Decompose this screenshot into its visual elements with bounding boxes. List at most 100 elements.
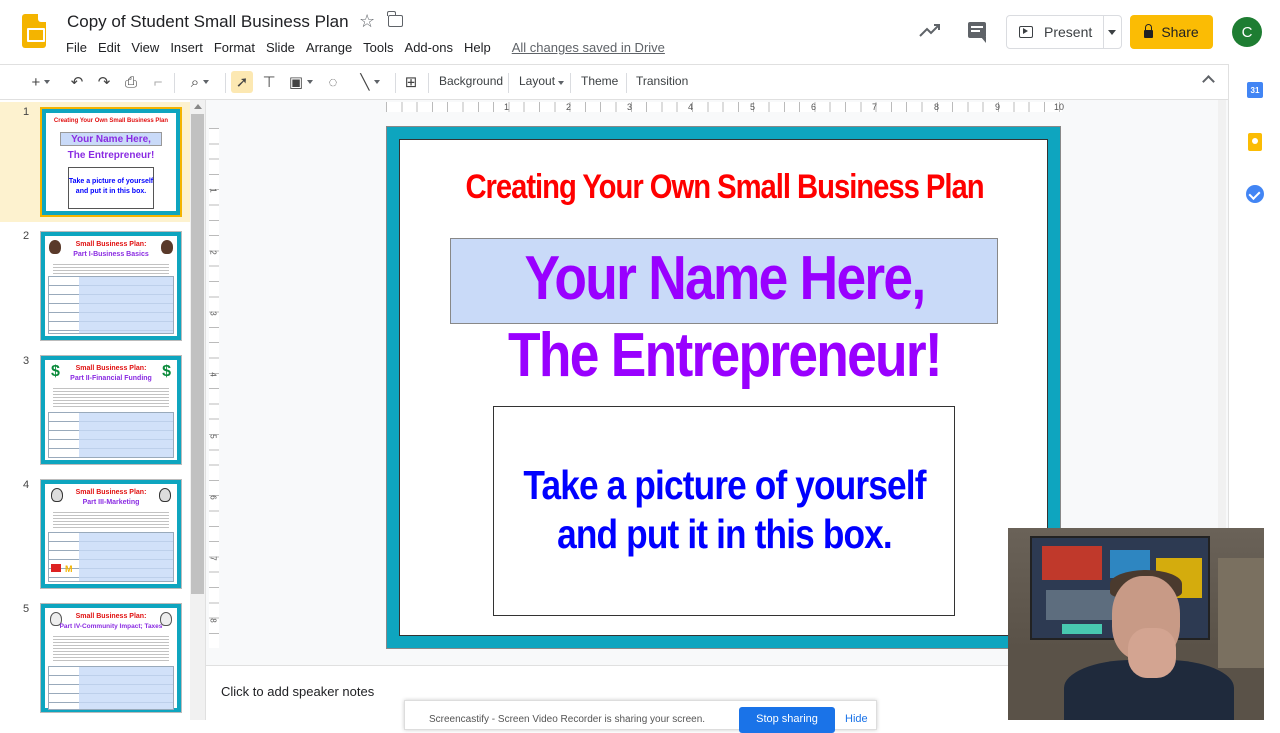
ruler-label: 6: [208, 495, 218, 500]
avatar[interactable]: C: [1232, 17, 1262, 47]
chevron-down-icon[interactable]: [1108, 30, 1116, 35]
ruler-label: 9: [995, 102, 1001, 112]
slide-content-area: Creating Your Own Small Business Plan Yo…: [399, 139, 1048, 636]
lock-icon: [1144, 24, 1154, 38]
calendar-icon[interactable]: 31: [1247, 82, 1263, 98]
slide-number: 5: [23, 603, 30, 615]
menu-insert[interactable]: Insert: [170, 40, 203, 56]
thumbnail-text-block: [53, 634, 169, 662]
photo-instruction[interactable]: and put it in this box.: [445, 511, 1003, 558]
ruler-label: 4: [208, 372, 218, 377]
thumbnail-subtitle: Part I-Business Basics: [73, 251, 149, 258]
chevron-down-icon: [558, 81, 565, 85]
scroll-up-icon[interactable]: [194, 104, 202, 109]
document-title[interactable]: Copy of Student Small Business Plan: [67, 12, 349, 32]
name-line[interactable]: Your Name Here,: [445, 243, 1003, 314]
thumbnail-title: Small Business Plan:: [75, 613, 147, 620]
thumbnail-title: Creating Your Own Small Business Plan: [53, 118, 169, 124]
share-button[interactable]: Share: [1130, 15, 1213, 49]
menu-format[interactable]: Format: [214, 40, 255, 56]
stop-sharing-button[interactable]: Stop sharing: [739, 707, 835, 733]
slide-thumbnail-2[interactable]: Small Business Plan: Part I-Business Bas…: [40, 231, 182, 341]
ruler-label: 5: [208, 434, 218, 439]
menu-tools[interactable]: Tools: [363, 40, 393, 56]
menu-view[interactable]: View: [131, 40, 159, 56]
present-label: Present: [1044, 24, 1093, 40]
horizontal-ruler[interactable]: 1 2 3 4 5 6 7 8 9 10: [386, 102, 1065, 112]
menu-file[interactable]: File: [66, 40, 87, 56]
ruler-label: 2: [208, 250, 218, 255]
image-button[interactable]: ▣: [285, 71, 317, 93]
present-button[interactable]: Present: [1006, 15, 1122, 49]
slide-thumbnail-4[interactable]: Small Business Plan: Part III-Marketing …: [40, 479, 182, 589]
add-comment-icon[interactable]: ⊞: [400, 71, 422, 93]
background-button[interactable]: Background: [439, 74, 503, 88]
image-icon: ▣: [288, 74, 303, 91]
ruler-label: 7: [208, 556, 218, 561]
menu-arrange[interactable]: Arrange: [306, 40, 352, 56]
present-icon: [1019, 26, 1033, 38]
move-to-folder-icon[interactable]: [387, 11, 403, 27]
shape-icon[interactable]: ◌: [322, 71, 344, 93]
keep-icon[interactable]: [1248, 133, 1262, 151]
slide-thumbnail-3[interactable]: $ $ Small Business Plan: Part II-Financi…: [40, 355, 182, 465]
thumbnail-subtitle: Part III-Marketing: [82, 499, 140, 506]
menu-help[interactable]: Help: [464, 40, 491, 56]
thumbnail-subtitle: The Entrepreneur!: [67, 150, 155, 161]
toolbar-divider: [225, 73, 226, 93]
save-status[interactable]: All changes saved in Drive: [512, 40, 665, 56]
theme-button[interactable]: Theme: [581, 74, 618, 88]
thumbnail-table: [48, 666, 174, 710]
photo-instruction[interactable]: Take a picture of yourself: [445, 462, 1003, 509]
toolbar-divider: [174, 73, 175, 93]
print-icon[interactable]: ⎙: [120, 71, 142, 93]
webcam-person-hand: [1128, 628, 1176, 678]
slide-thumbnail-1[interactable]: Creating Your Own Small Business Plan Yo…: [40, 107, 182, 217]
toolbar-divider: [626, 73, 627, 93]
zoom-icon: ⌕: [190, 73, 200, 91]
slides-logo-icon[interactable]: [22, 14, 46, 48]
star-icon[interactable]: ☆: [359, 11, 375, 32]
thumbnail-text-block: [53, 510, 169, 528]
layout-button[interactable]: Layout: [519, 74, 565, 88]
slide-thumbnail-5[interactable]: Small Business Plan: Part IV-Community I…: [40, 603, 182, 713]
speaker-notes-placeholder[interactable]: Click to add speaker notes: [221, 684, 374, 699]
ruler-label: 5: [750, 102, 756, 112]
thumbnail-title: Small Business Plan:: [75, 489, 147, 496]
redo-icon[interactable]: ↷: [93, 71, 115, 93]
zoom-button[interactable]: ⌕: [182, 71, 218, 93]
new-slide-button[interactable]: +: [26, 71, 56, 93]
toolbar: + ↶ ↷ ⎙ ⌐ ⌕ ➚ ⊤ ▣ ◌ ╲ ⊞ Background Layou…: [0, 64, 1228, 100]
filmstrip-scrollbar-thumb[interactable]: [191, 114, 204, 594]
comments-icon[interactable]: [968, 22, 986, 43]
menu-edit[interactable]: Edit: [98, 40, 120, 56]
vertical-ruler[interactable]: [209, 128, 219, 648]
slide-number: 3: [23, 355, 30, 367]
chevron-up-icon[interactable]: [1202, 75, 1215, 88]
ruler-label: 4: [688, 102, 694, 112]
thumbnail-canvas: Creating Your Own Small Business Plan Yo…: [46, 113, 176, 211]
hide-banner-link[interactable]: Hide: [845, 713, 868, 725]
select-tool-icon[interactable]: ➚: [231, 71, 253, 93]
present-divider: [1103, 16, 1104, 48]
slide-title[interactable]: Creating Your Own Small Business Plan: [445, 168, 1003, 207]
tasks-icon[interactable]: [1246, 185, 1264, 203]
plus-icon: +: [31, 73, 41, 91]
paint-format-icon[interactable]: ⌐: [147, 71, 169, 93]
menu-slide[interactable]: Slide: [266, 40, 295, 56]
slide-number: 2: [23, 230, 30, 242]
undo-icon[interactable]: ↶: [66, 71, 88, 93]
line-button[interactable]: ╲: [350, 71, 390, 93]
thumbnail-canvas: $ $ Small Business Plan: Part II-Financi…: [45, 360, 177, 460]
ruler-label: 10: [1054, 102, 1065, 112]
toolbar-divider: [428, 73, 429, 93]
slide-filmstrip: 1 Creating Your Own Small Business Plan …: [0, 100, 206, 720]
text-box-icon[interactable]: ⊤: [258, 71, 280, 93]
chevron-down-icon: [203, 80, 210, 84]
activity-dashboard-icon[interactable]: [919, 22, 941, 38]
entrepreneur-line[interactable]: The Entrepreneur!: [445, 320, 1003, 391]
ruler-label: 7: [872, 102, 878, 112]
transition-button[interactable]: Transition: [636, 74, 688, 88]
menu-add-ons[interactable]: Add-ons: [405, 40, 453, 56]
slide-canvas[interactable]: Creating Your Own Small Business Plan Yo…: [386, 126, 1061, 649]
